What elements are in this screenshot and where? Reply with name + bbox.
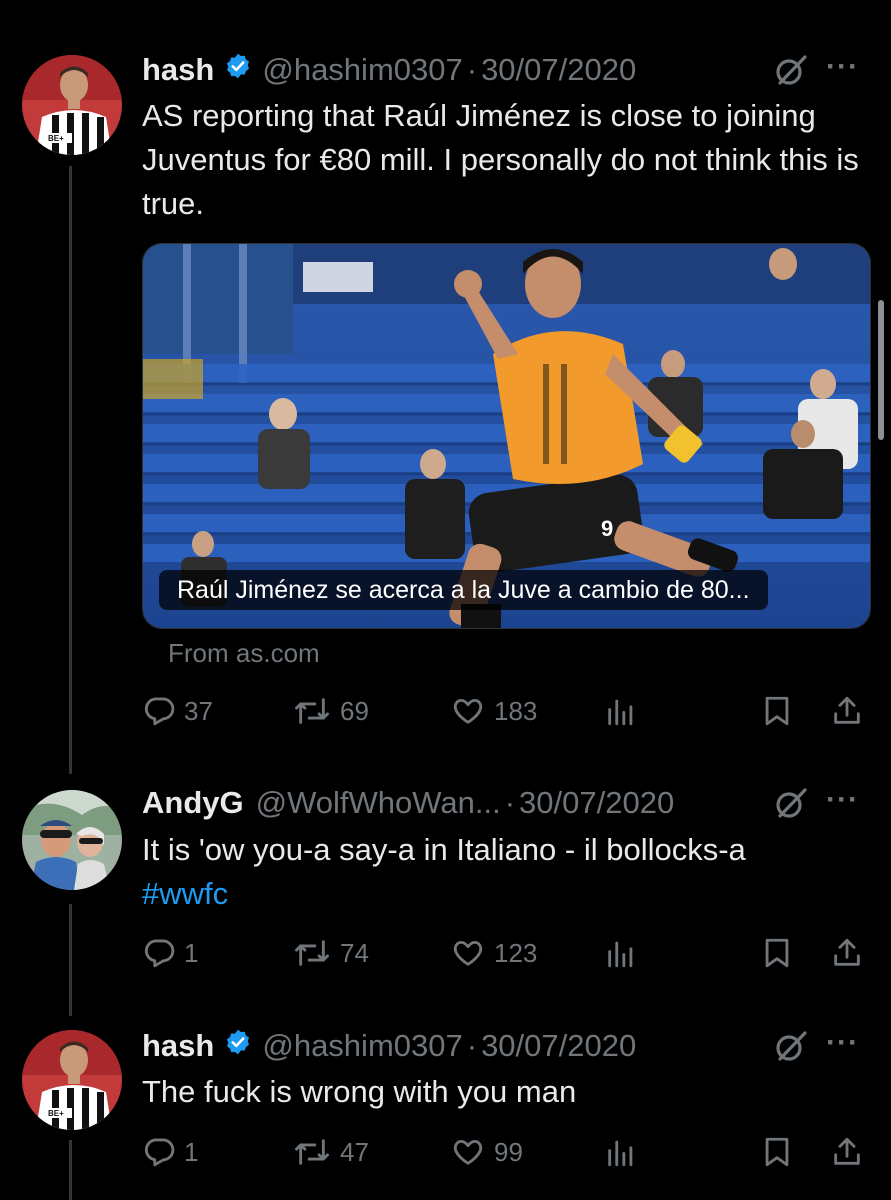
reply-button[interactable]: 1 [142, 1132, 198, 1172]
reply-button[interactable]: 1 [142, 933, 198, 973]
card-title[interactable]: Raúl Jiménez se acerca a la Juve a cambi… [159, 570, 768, 610]
reply-icon [142, 936, 176, 970]
views-button[interactable] [604, 691, 638, 731]
svg-text:BE+: BE+ [48, 134, 64, 143]
action-bar: 1 47 99 [142, 1132, 869, 1172]
repost-button[interactable]: 69 [292, 691, 369, 731]
tweet-text: It is 'ow you-a say-a in Italiano - il b… [142, 828, 877, 916]
bookmark-button[interactable] [760, 691, 794, 731]
separator-dot: · [466, 1028, 478, 1063]
views-button[interactable] [604, 1132, 638, 1172]
reply-count: 37 [184, 695, 213, 726]
verified-badge-icon [224, 52, 252, 88]
reply-icon [142, 1135, 176, 1169]
thread-line [69, 904, 72, 1016]
svg-text:BE+: BE+ [48, 1109, 64, 1118]
bookmark-button[interactable] [760, 1132, 794, 1172]
timestamp[interactable]: 30/07/2020 [519, 785, 674, 821]
heart-icon [450, 936, 486, 970]
bookmark-icon [760, 936, 794, 970]
share-button[interactable] [830, 1132, 864, 1172]
repost-button[interactable]: 74 [292, 933, 369, 973]
action-bar: 37 69 183 [142, 691, 869, 731]
heart-icon [450, 1135, 486, 1169]
like-button[interactable]: 123 [450, 933, 537, 973]
bookmark-icon [760, 694, 794, 728]
separator-dot: · [466, 52, 478, 87]
user-handle[interactable]: @hashim0307 [262, 1028, 462, 1064]
grok-icon[interactable] [774, 1029, 808, 1063]
share-icon [830, 1135, 864, 1169]
bookmark-button[interactable] [760, 933, 794, 973]
verified-badge-icon [224, 1028, 252, 1064]
tweet-header: AndyG @WolfWhoWan... · 30/07/2020 [142, 781, 674, 825]
repost-icon [292, 936, 332, 970]
reply-count: 1 [184, 937, 199, 968]
repost-icon [292, 694, 332, 728]
display-name[interactable]: hash [142, 52, 214, 88]
thread-line [69, 1140, 72, 1200]
bookmark-icon [760, 1135, 794, 1169]
timestamp[interactable]: 30/07/2020 [481, 1028, 636, 1064]
scrollbar[interactable] [878, 300, 884, 440]
like-count: 123 [494, 937, 538, 968]
action-bar: 1 74 123 [142, 933, 869, 973]
reply-icon [142, 694, 176, 728]
hashtag-link[interactable]: #wwfc [142, 872, 877, 916]
avatar[interactable] [22, 790, 122, 890]
share-icon [830, 936, 864, 970]
display-name[interactable]: hash [142, 1028, 214, 1064]
display-name[interactable]: AndyG [142, 785, 244, 821]
more-options-icon[interactable]: ··· [826, 783, 859, 817]
share-button[interactable] [830, 691, 864, 731]
views-icon [604, 694, 638, 728]
repost-button[interactable]: 47 [292, 1132, 369, 1172]
repost-count: 74 [340, 937, 369, 968]
avatar[interactable]: BE+ [22, 1030, 122, 1130]
repost-count: 47 [340, 1136, 369, 1167]
views-icon [604, 936, 638, 970]
like-count: 183 [494, 695, 538, 726]
svg-text:9: 9 [601, 516, 613, 541]
share-icon [830, 694, 864, 728]
grok-icon[interactable] [774, 53, 808, 87]
tweet-text: AS reporting that Raúl Jiménez is close … [142, 98, 859, 221]
like-button[interactable]: 99 [450, 1132, 523, 1172]
share-button[interactable] [830, 933, 864, 973]
card-source[interactable]: From as.com [168, 638, 320, 669]
tweet-text-line: It is 'ow you-a say-a in Italiano - il b… [142, 832, 746, 867]
avatar[interactable]: BE+ [22, 55, 122, 155]
heart-icon [450, 694, 486, 728]
repost-count: 69 [340, 695, 369, 726]
separator-dot: · [504, 785, 516, 820]
user-handle[interactable]: @WolfWhoWan... [256, 785, 501, 821]
more-options-icon[interactable]: ··· [826, 50, 859, 84]
thread-line [69, 166, 72, 774]
user-handle[interactable]: @hashim0307 [262, 52, 462, 88]
repost-icon [292, 1135, 332, 1169]
reply-count: 1 [184, 1136, 199, 1167]
like-button[interactable]: 183 [450, 691, 537, 731]
tweet-text: The fuck is wrong with you man [142, 1074, 577, 1109]
tweet-header: hash @hashim0307 · 30/07/2020 [142, 48, 636, 92]
reply-button[interactable]: 37 [142, 691, 213, 731]
timestamp[interactable]: 30/07/2020 [481, 52, 636, 88]
like-count: 99 [494, 1136, 523, 1167]
grok-icon[interactable] [774, 786, 808, 820]
views-button[interactable] [604, 933, 638, 973]
tweet-header: hash @hashim0307 · 30/07/2020 [142, 1024, 636, 1068]
views-icon [604, 1135, 638, 1169]
more-options-icon[interactable]: ··· [826, 1026, 859, 1060]
